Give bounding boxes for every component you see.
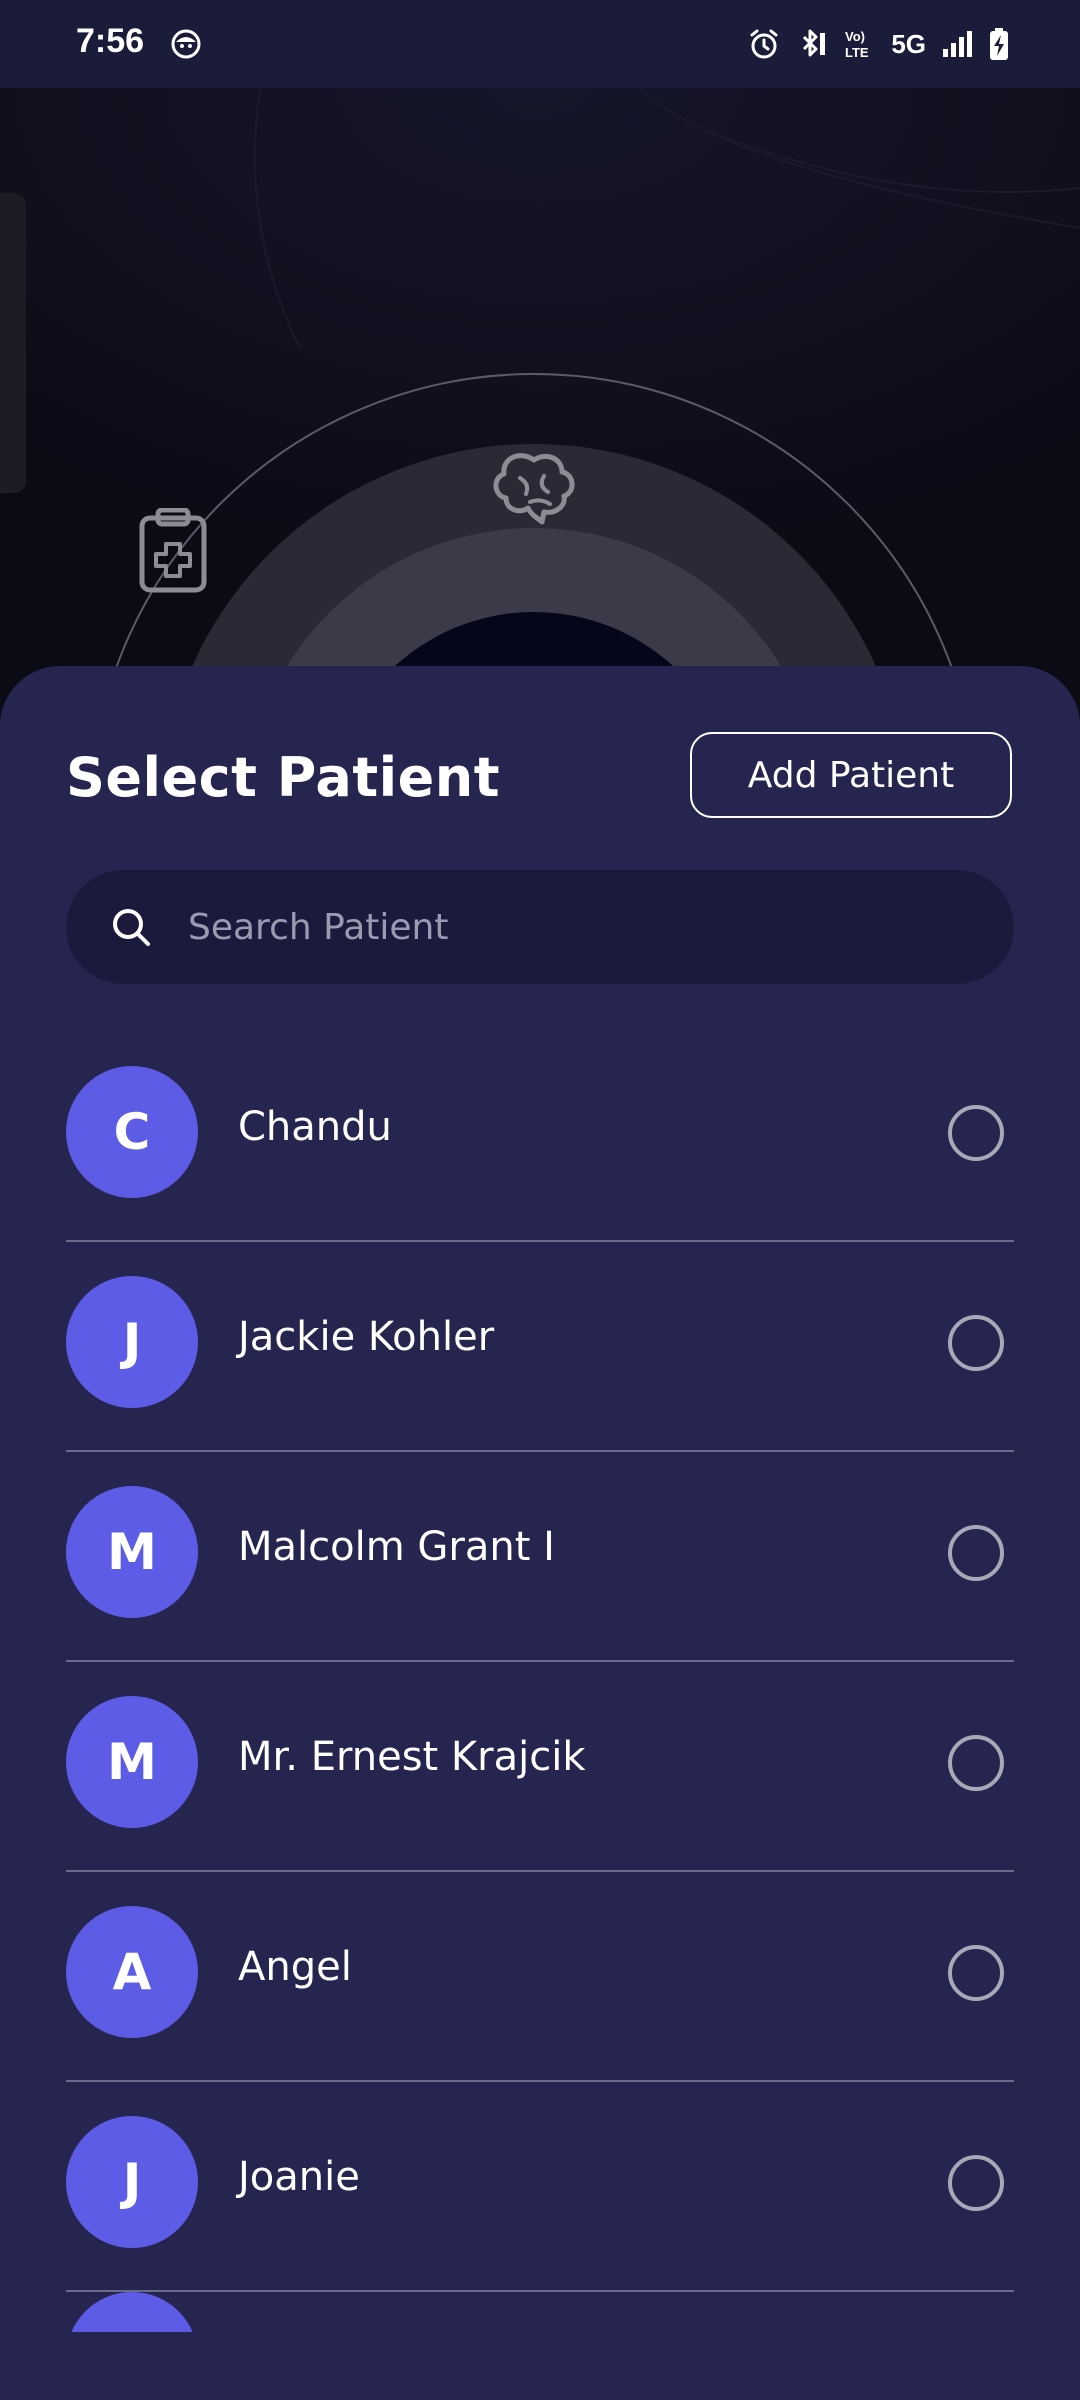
brain-icon <box>490 448 578 534</box>
alarm-icon <box>747 27 781 61</box>
svg-text:Vo): Vo) <box>845 29 865 44</box>
volte-icon: Vo) LTE <box>843 27 877 61</box>
patient-row-partial[interactable] <box>66 2292 1014 2332</box>
network-type: 5G <box>891 28 926 59</box>
patient-name: Angel <box>238 1944 352 1990</box>
add-patient-button[interactable]: Add Patient <box>690 732 1012 818</box>
search-bar[interactable] <box>66 870 1014 984</box>
radio-button[interactable] <box>948 1525 1004 1581</box>
patient-row[interactable]: J Jackie Kohler <box>66 1242 1014 1452</box>
patient-row[interactable]: A Angel <box>66 1872 1014 2082</box>
patient-name: Malcolm Grant I <box>238 1524 555 1570</box>
patient-row[interactable]: C Chandu <box>66 1032 1014 1242</box>
hero-background <box>0 88 1080 708</box>
patient-name: Joanie <box>238 2154 360 2200</box>
radio-button[interactable] <box>948 1315 1004 1371</box>
radio-button[interactable] <box>948 1945 1004 2001</box>
hero-graphic <box>0 88 1080 708</box>
radio-button[interactable] <box>948 1735 1004 1791</box>
avatar: M <box>66 1696 198 1828</box>
patient-name: Chandu <box>238 1104 392 1150</box>
status-time: 7:56 <box>76 22 145 60</box>
avatar: J <box>66 2116 198 2248</box>
bluetooth-icon <box>795 27 829 61</box>
patient-name: Mr. Ernest Krajcik <box>238 1734 586 1780</box>
status-bar: 7:56 Vo) LTE 5G <box>0 0 1080 88</box>
avatar <box>66 2292 198 2332</box>
patient-row[interactable]: M Mr. Ernest Krajcik <box>66 1662 1014 1872</box>
screen: 7:56 Vo) LTE 5G Select Patient Add Patie… <box>0 0 1080 2400</box>
radio-button[interactable] <box>948 1105 1004 1161</box>
select-patient-sheet: Select Patient Add Patient C Chandu J Ja… <box>0 666 1080 2400</box>
search-input[interactable] <box>186 905 970 949</box>
svg-text:LTE: LTE <box>845 45 869 60</box>
patient-list: C Chandu J Jackie Kohler M Malcolm Grant… <box>66 1032 1014 2292</box>
sheet-title: Select Patient <box>66 746 501 809</box>
avatar: C <box>66 1066 198 1198</box>
signal-icon <box>940 27 974 61</box>
avatar: M <box>66 1486 198 1618</box>
patient-row[interactable]: M Malcolm Grant I <box>66 1452 1014 1662</box>
side-drawer-handle[interactable] <box>0 193 26 493</box>
patient-name: Jackie Kohler <box>238 1314 495 1360</box>
status-icons: Vo) LTE 5G <box>747 24 1010 64</box>
avatar: J <box>66 1276 198 1408</box>
face-icon <box>170 28 202 60</box>
search-icon <box>110 906 152 948</box>
radio-button[interactable] <box>948 2155 1004 2211</box>
avatar: A <box>66 1906 198 2038</box>
battery-charging-icon <box>988 27 1010 61</box>
clipboard-medical-icon <box>138 507 208 598</box>
patient-row[interactable]: J Joanie <box>66 2082 1014 2292</box>
